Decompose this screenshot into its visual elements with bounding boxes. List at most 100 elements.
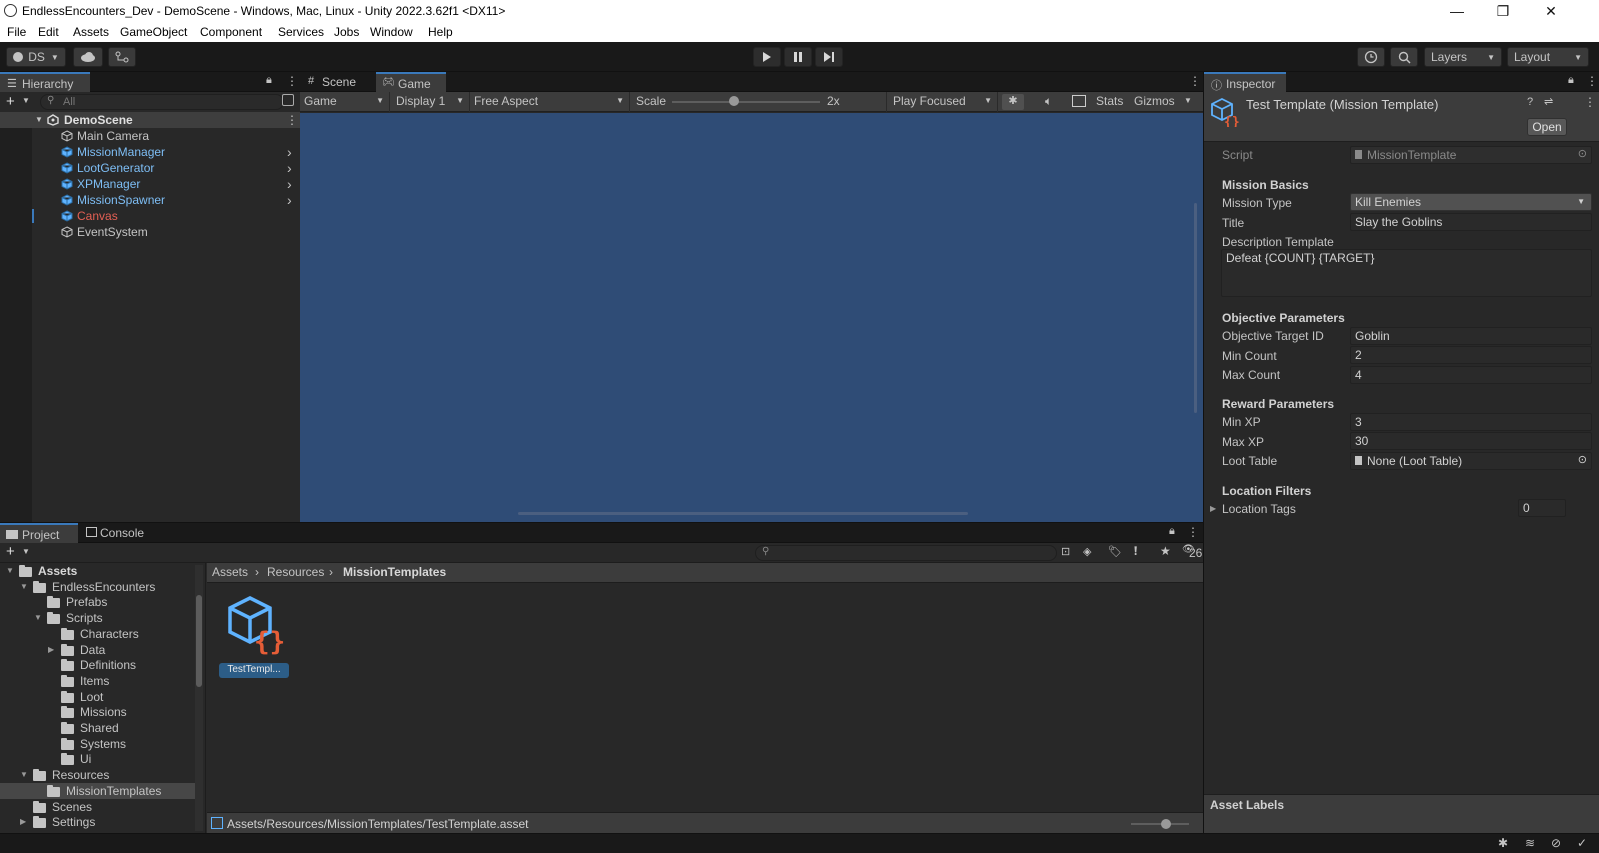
mission-type-dropdown[interactable]: Kill Enemies ▼ (1350, 193, 1592, 211)
game-render-surface[interactable] (300, 113, 1203, 522)
lock-icon[interactable]: 🔒︎ (1568, 74, 1574, 87)
more-icon[interactable]: ⋮ (1586, 74, 1598, 88)
grid-stats-icon[interactable] (1072, 95, 1086, 107)
more-icon[interactable]: ⋮ (286, 74, 298, 88)
menu-edit[interactable]: Edit (38, 25, 59, 39)
step-button[interactable] (815, 47, 843, 67)
object-picker-icon[interactable]: ⊙ (1578, 147, 1587, 160)
hierarchy-item[interactable]: EventSystem (0, 224, 300, 240)
chevron-right-icon[interactable]: › (287, 176, 292, 192)
folder-tree-item[interactable]: ▶ Settings (0, 814, 195, 830)
breadcrumb-missiontemplates[interactable]: MissionTemplates (343, 565, 446, 579)
folder-tree-item[interactable]: Definitions (0, 657, 195, 673)
menu-jobs[interactable]: Jobs (334, 25, 359, 39)
chevron-down-icon[interactable]: ▼ (6, 566, 14, 575)
play-focus-dropdown[interactable]: Play Focused ▼ (886, 92, 998, 112)
breadcrumb-resources[interactable]: Resources (267, 565, 324, 579)
chevron-down-icon[interactable]: ▼ (20, 582, 28, 591)
folder-tree-item[interactable]: Characters (0, 626, 195, 642)
menu-file[interactable]: File (7, 25, 26, 39)
more-icon[interactable]: ⋮ (1584, 95, 1596, 109)
chevron-right-icon[interactable]: › (287, 192, 292, 208)
gizmos-button[interactable]: Gizmos (1134, 94, 1175, 108)
version-control-button[interactable] (108, 47, 136, 67)
tree-scrollbar-track[interactable] (195, 565, 203, 831)
hierarchy-item[interactable]: MissionSpawner › (0, 192, 300, 208)
folder-tree-item[interactable]: Loot (0, 689, 195, 705)
audio-mute-icon[interactable]: 🔈︎ (1045, 94, 1052, 109)
filter-by-label-icon[interactable]: 🏷︎ (1108, 545, 1122, 558)
minimize-button[interactable]: — (1434, 0, 1480, 22)
help-icon[interactable]: ? (1527, 96, 1533, 108)
scale-slider-track[interactable] (672, 101, 820, 103)
folder-tree-item[interactable]: Scenes (0, 799, 195, 815)
chevron-right-icon[interactable]: ▶ (48, 645, 54, 654)
debug-icon[interactable]: ✱ (1498, 836, 1508, 850)
menu-services[interactable]: Services (278, 25, 324, 39)
folder-tree-item[interactable]: ▼ EndlessEncounters (0, 579, 195, 595)
layout-dropdown[interactable]: Layout ▼ (1507, 47, 1589, 67)
bug-icon[interactable]: ✱ (1002, 94, 1024, 110)
description-textarea[interactable]: Defeat {COUNT} {TARGET} (1221, 249, 1592, 297)
menu-window[interactable]: Window (370, 25, 413, 39)
more-icon[interactable]: ⋮ (1189, 74, 1201, 88)
scene-header-row[interactable]: ▼ DemoScene ⋮ (0, 112, 300, 128)
title-field[interactable]: Slay the Goblins (1350, 213, 1592, 231)
account-dropdown[interactable]: DS ▼ (6, 47, 66, 67)
objective-target-field[interactable]: Goblin (1350, 327, 1592, 345)
filter-by-type-icon[interactable]: ◈ (1083, 545, 1091, 558)
tab-inspector[interactable]: ⓘ Inspector (1204, 72, 1286, 92)
hierarchy-item[interactable]: XPManager › (0, 176, 300, 192)
more-icon[interactable]: ⋮ (286, 113, 298, 127)
aspect-dropdown[interactable]: Free Aspect ▼ (470, 92, 630, 112)
hierarchy-item[interactable]: MissionManager › (0, 144, 300, 160)
add-icon[interactable]: + (6, 93, 15, 110)
folder-tree-item[interactable]: Prefabs (0, 594, 195, 610)
breadcrumb-assets[interactable]: Assets (212, 565, 248, 579)
folder-tree-item[interactable]: MissionTemplates (0, 782, 195, 799)
tab-scene[interactable]: # Scene (300, 72, 376, 92)
folder-tree-item[interactable]: Shared (0, 720, 195, 736)
stats-button[interactable]: Stats (1096, 94, 1123, 108)
folder-tree-item[interactable]: Missions (0, 704, 195, 720)
more-icon[interactable]: ⋮ (1187, 525, 1199, 539)
lock-icon[interactable]: 🔒︎ (266, 74, 272, 87)
location-tags-label[interactable]: Location Tags (1222, 502, 1296, 516)
pause-button[interactable] (784, 47, 812, 67)
folder-tree-item[interactable]: ▶ Data (0, 642, 195, 658)
close-button[interactable]: ✕ (1526, 0, 1576, 22)
chevron-down-icon[interactable]: ▼ (20, 770, 28, 779)
chevron-right-icon[interactable]: › (287, 144, 292, 160)
project-search-input[interactable]: ⚲ (755, 545, 1057, 561)
chevron-down-icon[interactable]: ▼ (1184, 96, 1192, 105)
location-tags-count-field[interactable]: 0 (1518, 499, 1566, 517)
scale-slider-thumb[interactable] (729, 96, 740, 106)
add-icon[interactable]: + (6, 543, 15, 560)
chevron-right-icon[interactable]: ▶ (20, 817, 26, 826)
cache-server-icon[interactable]: ≋ (1525, 836, 1535, 850)
warning-filter-icon[interactable]: ❗︎ (1134, 544, 1137, 559)
game-mode-dropdown[interactable]: Game ▼ (300, 92, 390, 112)
folder-tree-item[interactable]: Ui (0, 751, 195, 767)
display-dropdown[interactable]: Display 1 ▼ (390, 92, 470, 112)
layers-dropdown[interactable]: Layers ▼ (1424, 47, 1502, 67)
open-button[interactable]: Open (1527, 118, 1567, 136)
folder-tree-item[interactable]: ▼ Resources (0, 767, 195, 783)
play-button[interactable] (753, 47, 781, 67)
auto-refresh-icon[interactable]: ⊘ (1551, 836, 1561, 850)
history-button[interactable] (1357, 47, 1385, 67)
zoom-slider-thumb[interactable] (1160, 819, 1171, 829)
chevron-down-icon[interactable]: ▼ (22, 547, 30, 556)
maximize-button[interactable]: ❐ (1480, 0, 1526, 22)
folder-tree-item[interactable]: ▼ Assets (0, 563, 195, 579)
chevron-down-icon[interactable]: ▼ (34, 613, 42, 622)
cloud-button[interactable] (73, 47, 103, 67)
tab-hierarchy[interactable]: ☰ Hierarchy (0, 72, 90, 92)
tab-console[interactable]: Console (78, 523, 158, 543)
min-xp-field[interactable]: 3 (1350, 413, 1592, 431)
search-by-type-icon[interactable]: ⊡ (1061, 545, 1070, 558)
chevron-down-icon[interactable]: ▼ (22, 96, 30, 105)
menu-assets[interactable]: Assets (73, 25, 109, 39)
chevron-right-icon[interactable]: ▶ (1210, 504, 1216, 513)
lock-icon[interactable]: 🔒︎ (1169, 525, 1175, 538)
